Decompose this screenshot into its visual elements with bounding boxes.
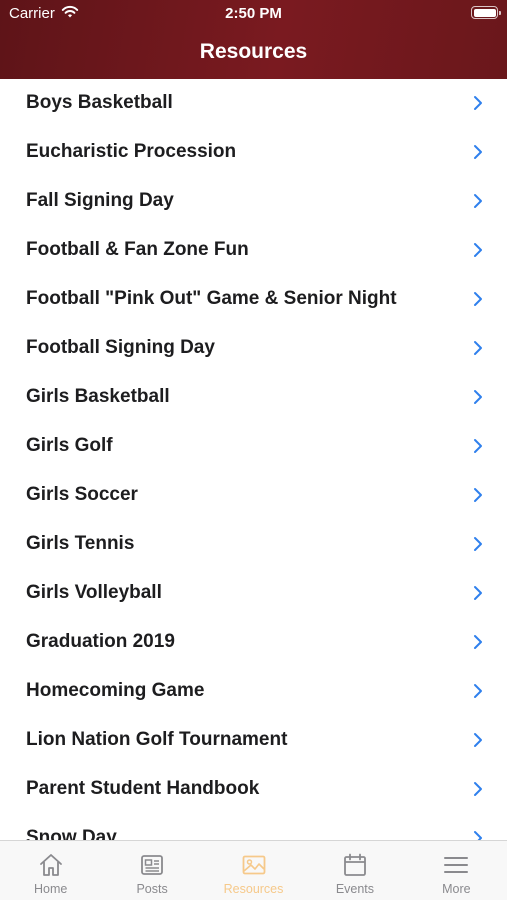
chevron-right-icon <box>474 635 482 649</box>
tab-home[interactable]: Home <box>0 841 101 900</box>
chevron-right-icon <box>474 194 482 208</box>
home-icon <box>39 854 62 876</box>
list-item-label: Boys Basketball <box>26 92 173 113</box>
list-item-label: Football Signing Day <box>26 337 215 358</box>
chevron-right-icon <box>474 145 482 159</box>
tab-label: Events <box>335 882 375 896</box>
list-item[interactable]: Eucharistic Procession <box>0 128 507 177</box>
list-item[interactable]: Girls Tennis <box>0 520 507 569</box>
list-item[interactable]: Snow Day <box>0 814 507 840</box>
tab-label: Resources <box>223 882 284 896</box>
chevron-right-icon <box>474 782 482 796</box>
list-item-label: Girls Tennis <box>26 533 135 554</box>
list-item-label: Girls Soccer <box>26 484 138 505</box>
list-item-label: Girls Basketball <box>26 386 170 407</box>
chevron-right-icon <box>474 292 482 306</box>
list-item-label: Eucharistic Procession <box>26 141 237 162</box>
list-item-label: Fall Signing Day <box>26 190 174 211</box>
page-title: Resources <box>199 40 308 63</box>
list-item[interactable]: Girls Volleyball <box>0 569 507 618</box>
list-item[interactable]: Fall Signing Day <box>0 177 507 226</box>
list-item-label: Homecoming Game <box>26 680 205 701</box>
resource-list[interactable]: Boys Basketball Eucharistic Procession F… <box>0 79 507 840</box>
tab-bar: Home Posts Resources Events More <box>0 840 507 900</box>
chevron-right-icon <box>474 831 482 840</box>
list-item-label: Girls Golf <box>26 435 113 456</box>
list-item[interactable]: Lion Nation Golf Tournament <box>0 716 507 765</box>
list-item-label: Graduation 2019 <box>26 631 175 652</box>
list-item[interactable]: Football Signing Day <box>0 324 507 373</box>
chevron-right-icon <box>474 488 482 502</box>
list-item[interactable]: Football & Fan Zone Fun <box>0 226 507 275</box>
status-bar: Carrier 2:50 PM <box>0 0 507 28</box>
battery-icon <box>471 6 501 19</box>
tab-posts[interactable]: Posts <box>101 841 202 900</box>
tab-more[interactable]: More <box>406 841 507 900</box>
status-time: 2:50 PM <box>225 5 282 22</box>
list-item-label: Snow Day <box>26 827 117 840</box>
calendar-icon <box>344 853 366 876</box>
list-item-label: Girls Volleyball <box>26 582 162 603</box>
posts-icon <box>141 855 164 875</box>
chevron-right-icon <box>474 537 482 551</box>
chevron-right-icon <box>474 390 482 404</box>
list-item-label: Football & Fan Zone Fun <box>26 239 249 260</box>
chevron-right-icon <box>474 341 482 355</box>
tab-label: More <box>442 882 471 896</box>
navigation-header: Carrier 2:50 PM Resources <box>0 0 507 79</box>
tab-label: Posts <box>136 882 168 896</box>
list-item[interactable]: Girls Basketball <box>0 373 507 422</box>
tab-label: Home <box>34 882 68 896</box>
list-item[interactable]: Graduation 2019 <box>0 618 507 667</box>
tab-resources[interactable]: Resources <box>203 841 304 900</box>
list-item[interactable]: Football "Pink Out" Game & Senior Night <box>0 275 507 324</box>
chevron-right-icon <box>474 733 482 747</box>
chevron-right-icon <box>474 96 482 110</box>
list-item[interactable]: Girls Golf <box>0 422 507 471</box>
chevron-right-icon <box>474 586 482 600</box>
menu-icon <box>444 857 469 873</box>
list-item[interactable]: Homecoming Game <box>0 667 507 716</box>
image-icon <box>242 855 265 875</box>
chevron-right-icon <box>474 439 482 453</box>
chevron-right-icon <box>474 684 482 698</box>
list-item-label: Football "Pink Out" Game & Senior Night <box>26 288 397 309</box>
list-item-label: Parent Student Handbook <box>26 778 260 799</box>
list-item[interactable]: Girls Soccer <box>0 471 507 520</box>
list-item-label: Lion Nation Golf Tournament <box>26 729 288 750</box>
tab-events[interactable]: Events <box>304 841 405 900</box>
list-item[interactable]: Boys Basketball <box>0 79 507 128</box>
list-item[interactable]: Parent Student Handbook <box>0 765 507 814</box>
chevron-right-icon <box>474 243 482 257</box>
